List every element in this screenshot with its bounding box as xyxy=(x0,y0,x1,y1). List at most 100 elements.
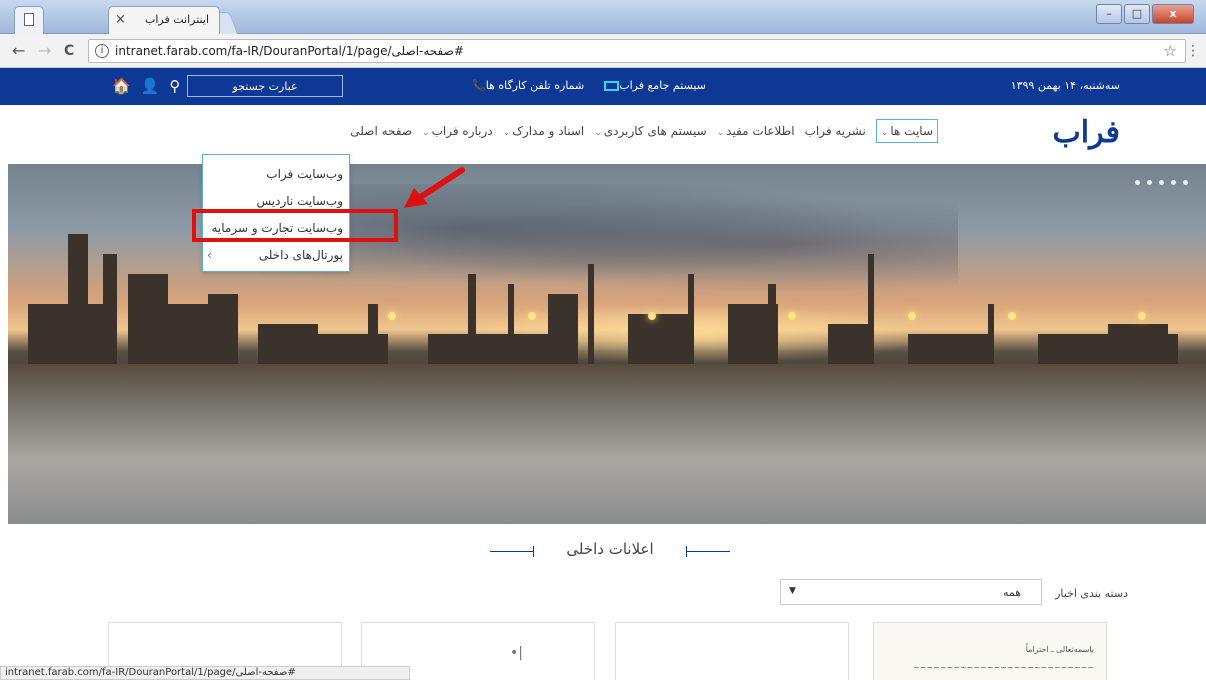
slider-dot[interactable] xyxy=(1147,180,1152,185)
nav-item[interactable]: صفحه اصلی xyxy=(350,124,412,143)
nav-item[interactable]: سایت ها⌄ xyxy=(875,119,938,143)
user-icon[interactable]: 👤 xyxy=(141,77,160,95)
window-controls: – □ x xyxy=(1096,4,1194,26)
system-link-label: سیستم جامع فراب xyxy=(619,79,706,92)
refinery-structure xyxy=(468,274,476,364)
info-icon[interactable]: i xyxy=(95,44,109,58)
reload-icon[interactable]: C xyxy=(64,43,74,59)
phone-icon: 📞 xyxy=(472,79,486,92)
announcements-title: اعلانات داخلی xyxy=(566,540,654,558)
hero-banner-image xyxy=(8,164,1206,524)
news-category-label: دسته بندی اخبار xyxy=(1055,587,1128,600)
url-input[interactable]: i intranet.farab.com/fa-IR/DouranPortal/… xyxy=(88,39,1186,63)
news-category-select[interactable]: همه ▼ xyxy=(780,579,1042,605)
refinery-light xyxy=(788,312,796,320)
chevron-down-icon: ⌄ xyxy=(422,128,430,138)
nav-item[interactable]: سیستم های کاربردی⌄ xyxy=(594,124,706,143)
refinery-light xyxy=(908,312,916,320)
refinery-structure xyxy=(548,294,578,364)
tab-close-icon[interactable]: × xyxy=(115,12,126,27)
heading-line-right xyxy=(686,546,730,557)
site-logo[interactable]: فراب xyxy=(1053,115,1121,150)
red-arrow-icon xyxy=(404,167,465,208)
nav-item-label: نشریه فراب xyxy=(804,124,866,138)
search-box xyxy=(187,75,343,97)
slider-dot[interactable] xyxy=(1171,180,1176,185)
nav-item-label: اطلاعات مفید xyxy=(726,124,795,138)
nav-item[interactable]: اطلاعات مفید⌄ xyxy=(717,124,795,143)
tab-active[interactable]: × اینترانت فراب xyxy=(108,6,220,34)
refinery-structure xyxy=(208,294,238,364)
refinery-structure xyxy=(908,334,988,364)
handwritten-letter-image: باسمه‌تعالی ـ احتراماً xyxy=(1025,645,1094,654)
nav-item-label: سایت ها xyxy=(890,124,933,138)
laptop-icon xyxy=(604,81,620,91)
announcements-heading: اعلانات داخلی xyxy=(490,540,730,564)
forward-icon[interactable]: → xyxy=(38,41,51,60)
refinery-structure xyxy=(368,304,378,364)
refinery-structure xyxy=(628,314,688,364)
main-navigation: فراب صفحه اصلی درباره فراب⌄ اسناد و مدارک⌄… xyxy=(0,105,1206,161)
handwritten-letter-image: ~~~~~~~~~~~~~~~~~~~~~~~~~~~ xyxy=(913,663,1094,672)
bookmark-star-icon[interactable]: ☆ xyxy=(1164,42,1177,60)
chevron-right-icon: › xyxy=(207,248,212,262)
chevron-down-icon: ⌄ xyxy=(502,128,511,138)
heading-line-left xyxy=(490,546,534,557)
nav-item[interactable]: درباره فراب⌄ xyxy=(422,124,493,143)
system-link[interactable]: سیستم جامع فراب xyxy=(600,79,706,92)
pinned-tab[interactable] xyxy=(14,6,44,34)
nav-menu: صفحه اصلی درباره فراب⌄ اسناد و مدارک⌄ سیستم… xyxy=(350,119,938,143)
maximize-button[interactable]: □ xyxy=(1124,4,1150,24)
search-icon[interactable]: ⚲ xyxy=(169,77,180,95)
home-icon[interactable]: 🏠 xyxy=(112,77,131,95)
nav-item[interactable]: نشریه فراب xyxy=(805,124,866,143)
phone-link-label: شماره تلفن کارگاه ها xyxy=(485,79,585,92)
close-button[interactable]: x xyxy=(1152,4,1194,24)
tab-title: اینترانت فراب xyxy=(145,13,209,26)
news-category-value: همه xyxy=(1002,586,1021,599)
status-bar-url: intranet.farab.com/fa-IR/DouranPortal/1/… xyxy=(0,666,410,680)
nav-item-label: درباره فراب xyxy=(431,124,493,138)
slider-dot[interactable] xyxy=(1159,180,1164,185)
phone-link[interactable]: شماره تلفن کارگاه ها📞 xyxy=(470,79,584,92)
refinery-structure xyxy=(428,334,548,364)
browser-window: × اینترانت فراب – □ x ← → C i intranet.f… xyxy=(0,0,1206,680)
refinery-light xyxy=(528,312,536,320)
refinery-structure xyxy=(988,304,994,364)
minimize-button[interactable]: – xyxy=(1096,4,1122,24)
red-highlight-box xyxy=(192,209,398,242)
refinery-light xyxy=(1008,312,1016,320)
top-header: سه‌شنبه، ۱۴ بهمن ۱۳۹۹ سیستم جامع فراب شم… xyxy=(0,68,1206,105)
nav-item-label: صفحه اصلی xyxy=(350,124,413,138)
refinery-structure xyxy=(103,254,117,364)
card-thumbnail: •| xyxy=(510,645,523,661)
refinery-structure xyxy=(588,264,594,364)
chevron-down-icon: ▼ xyxy=(789,586,796,596)
nav-item[interactable]: اسناد و مدارک⌄ xyxy=(503,124,585,143)
header-icons: 🏠 👤 ⚲ xyxy=(112,77,180,95)
announcement-card[interactable]: باسمه‌تعالی ـ احتراماً ~~~~~~~~~~~~~~~~~… xyxy=(873,622,1107,680)
address-bar-row: ← → C i intranet.farab.com/fa-IR/DouranP… xyxy=(0,34,1206,68)
announcement-card[interactable] xyxy=(615,622,849,680)
url-text: intranet.farab.com/fa-IR/DouranPortal/1/… xyxy=(115,44,464,58)
dropdown-item[interactable]: پورتال‌های داخلی › xyxy=(203,242,349,269)
chevron-down-icon: ⌄ xyxy=(594,128,602,138)
refinery-structure xyxy=(828,324,868,364)
refinery-structure xyxy=(68,234,88,364)
refinery-structure xyxy=(688,274,694,364)
dropdown-item-label: وب‌سایت فراب xyxy=(266,167,343,181)
refinery-structure xyxy=(1108,324,1168,364)
slider-dot[interactable] xyxy=(1135,180,1140,185)
search-input[interactable] xyxy=(188,76,342,96)
refinery-light xyxy=(648,312,656,320)
browser-menu-icon[interactable]: ⋮ xyxy=(1186,43,1200,59)
slider-dots[interactable] xyxy=(1135,180,1188,185)
document-icon xyxy=(24,13,34,26)
refinery-light xyxy=(388,312,396,320)
slider-dot[interactable] xyxy=(1183,180,1188,185)
back-icon[interactable]: ← xyxy=(12,41,25,60)
dropdown-item[interactable]: وب‌سایت فراب xyxy=(203,161,349,188)
refinery-light xyxy=(1138,312,1146,320)
dropdown-item-label: پورتال‌های داخلی xyxy=(258,248,343,262)
current-date: سه‌شنبه، ۱۴ بهمن ۱۳۹۹ xyxy=(1010,79,1120,92)
